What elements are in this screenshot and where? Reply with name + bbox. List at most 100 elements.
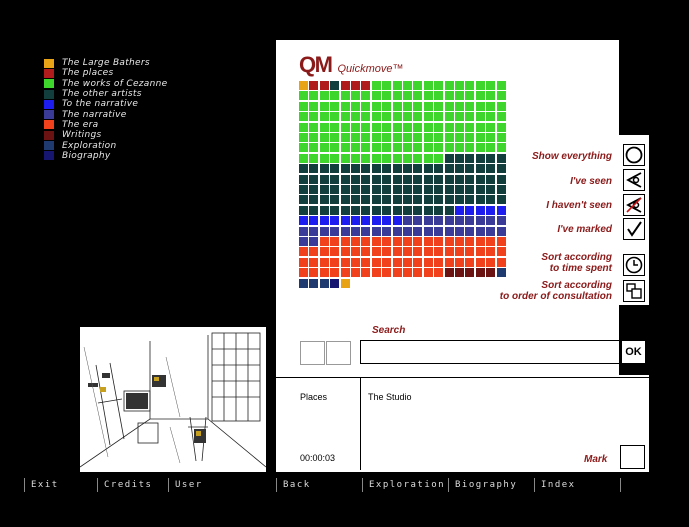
topic-cell[interactable]: [299, 195, 308, 205]
topic-cell[interactable]: [319, 112, 329, 122]
topic-cell[interactable]: [392, 195, 402, 205]
topic-cell[interactable]: [382, 122, 392, 132]
topic-cell[interactable]: [423, 81, 433, 90]
topic-cell[interactable]: [403, 226, 412, 236]
topic-cell[interactable]: [340, 185, 350, 194]
topic-cell[interactable]: [382, 174, 392, 184]
topic-cell[interactable]: [361, 153, 371, 163]
topic-cell[interactable]: [340, 268, 350, 278]
topic-cell[interactable]: [475, 81, 485, 90]
topic-cell[interactable]: [403, 164, 412, 174]
topic-cell[interactable]: [403, 268, 412, 278]
ive-seen-button[interactable]: [623, 169, 645, 191]
topic-cell[interactable]: [455, 185, 464, 194]
topic-cell[interactable]: [392, 91, 402, 101]
topic-cell[interactable]: [382, 268, 392, 278]
topic-cell[interactable]: [434, 133, 444, 142]
topic-cell[interactable]: [444, 195, 454, 205]
topic-cell[interactable]: [465, 143, 475, 153]
havent-seen-label[interactable]: I haven't seen: [546, 200, 612, 211]
topic-cell[interactable]: [340, 195, 350, 205]
topic-cell[interactable]: [382, 81, 392, 90]
topic-cell[interactable]: [475, 257, 485, 267]
topic-cell[interactable]: [392, 237, 402, 246]
topic-cell[interactable]: [330, 164, 340, 174]
topic-cell[interactable]: [465, 153, 475, 163]
topic-cell[interactable]: [309, 237, 319, 246]
topic-cell[interactable]: [465, 133, 475, 142]
topic-cell[interactable]: [340, 237, 350, 246]
topic-cell[interactable]: [475, 237, 485, 246]
topic-cell[interactable]: [486, 185, 496, 194]
topic-cell[interactable]: [413, 133, 423, 142]
topic-cell[interactable]: [403, 205, 412, 215]
topic-cell[interactable]: [361, 268, 371, 278]
topic-cell[interactable]: [392, 257, 402, 267]
ok-button[interactable]: OK: [621, 340, 646, 364]
topic-cell[interactable]: [309, 112, 319, 122]
topic-cell[interactable]: [392, 81, 402, 90]
topic-cell[interactable]: [496, 91, 506, 101]
topic-cell[interactable]: [444, 153, 454, 163]
topic-cell[interactable]: [455, 174, 464, 184]
show-everything-label[interactable]: Show everything: [532, 151, 612, 162]
topic-cell[interactable]: [309, 133, 319, 142]
topic-cell[interactable]: [371, 81, 381, 90]
topic-cell[interactable]: [444, 174, 454, 184]
topic-cell[interactable]: [309, 122, 319, 132]
topic-cell[interactable]: [309, 81, 319, 90]
topic-cell[interactable]: [486, 247, 496, 257]
topic-cell[interactable]: [403, 153, 412, 163]
topic-cell[interactable]: [299, 226, 308, 236]
topic-cell[interactable]: [319, 81, 329, 90]
topic-cell[interactable]: [392, 205, 402, 215]
topic-cell[interactable]: [392, 247, 402, 257]
topic-cell[interactable]: [413, 247, 423, 257]
topic-cell[interactable]: [351, 143, 360, 153]
topic-cell[interactable]: [299, 278, 308, 288]
topic-cell[interactable]: [434, 205, 444, 215]
topic-cell[interactable]: [382, 226, 392, 236]
topic-cell[interactable]: [340, 101, 350, 111]
topic-cell[interactable]: [444, 122, 454, 132]
topic-cell[interactable]: [382, 91, 392, 101]
topic-cell[interactable]: [444, 101, 454, 111]
topic-cell[interactable]: [340, 226, 350, 236]
topic-cell[interactable]: [496, 205, 506, 215]
topic-cell[interactable]: [330, 216, 340, 226]
topic-cell[interactable]: [465, 216, 475, 226]
topic-cell[interactable]: [413, 185, 423, 194]
topic-cell[interactable]: [475, 164, 485, 174]
topic-cell[interactable]: [403, 91, 412, 101]
topic-cell[interactable]: [465, 205, 475, 215]
topic-cell[interactable]: [299, 185, 308, 194]
topic-cell[interactable]: [351, 91, 360, 101]
topic-cell[interactable]: [486, 226, 496, 236]
topic-cell[interactable]: [371, 122, 381, 132]
topic-cell[interactable]: [465, 237, 475, 246]
topic-cell[interactable]: [309, 268, 319, 278]
topic-cell[interactable]: [319, 164, 329, 174]
topic-cell[interactable]: [455, 195, 464, 205]
search-input[interactable]: [360, 340, 620, 364]
topic-cell[interactable]: [413, 226, 423, 236]
topic-cell[interactable]: [486, 81, 496, 90]
topic-cell[interactable]: [486, 216, 496, 226]
topic-cell[interactable]: [434, 226, 444, 236]
topic-cell[interactable]: [330, 81, 340, 90]
topic-cell[interactable]: [361, 205, 371, 215]
topic-cell[interactable]: [413, 174, 423, 184]
topic-cell[interactable]: [319, 133, 329, 142]
topic-cell[interactable]: [413, 205, 423, 215]
topic-cell[interactable]: [403, 133, 412, 142]
topic-cell[interactable]: [371, 237, 381, 246]
topic-cell[interactable]: [319, 101, 329, 111]
topic-cell[interactable]: [486, 122, 496, 132]
topic-cell[interactable]: [434, 257, 444, 267]
topic-cell[interactable]: [351, 101, 360, 111]
topic-cell[interactable]: [496, 81, 506, 90]
topic-cell[interactable]: [319, 205, 329, 215]
topic-cell[interactable]: [351, 216, 360, 226]
topic-cell[interactable]: [330, 133, 340, 142]
topic-cell[interactable]: [403, 185, 412, 194]
